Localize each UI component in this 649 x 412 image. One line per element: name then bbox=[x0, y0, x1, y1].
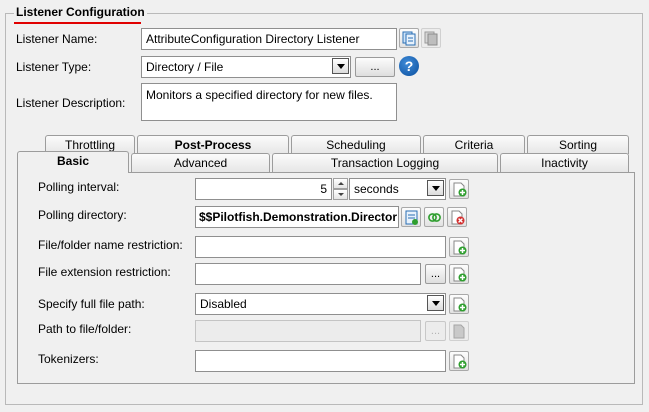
full-path-select[interactable]: Disabled bbox=[195, 293, 446, 315]
name-restriction-label: File/folder name restriction: bbox=[38, 238, 183, 252]
full-path-value: Disabled bbox=[200, 297, 247, 311]
tokenizers-input[interactable] bbox=[195, 350, 446, 372]
chevron-down-icon[interactable] bbox=[427, 295, 444, 311]
name-restriction-input[interactable] bbox=[195, 236, 446, 258]
polling-interval-input[interactable]: 5 bbox=[195, 178, 332, 200]
add-icon[interactable] bbox=[449, 351, 469, 371]
polling-interval-label: Polling interval: bbox=[38, 180, 120, 194]
add-icon[interactable] bbox=[449, 237, 469, 257]
extension-browse-button[interactable]: ... bbox=[425, 264, 446, 284]
polling-interval-unit-select[interactable]: seconds bbox=[349, 178, 446, 200]
document-icon[interactable] bbox=[449, 321, 469, 341]
add-icon[interactable] bbox=[449, 294, 469, 314]
path-label: Path to file/folder: bbox=[38, 322, 132, 336]
extension-restriction-label: File extension restriction: bbox=[38, 265, 171, 279]
full-path-label: Specify full file path: bbox=[38, 297, 145, 311]
spinner-up-icon[interactable] bbox=[333, 178, 348, 189]
chevron-down-icon[interactable] bbox=[427, 180, 444, 196]
polling-directory-label: Polling directory: bbox=[38, 208, 127, 222]
polling-interval-spinner[interactable] bbox=[333, 178, 348, 200]
path-input[interactable] bbox=[195, 320, 421, 342]
add-icon[interactable] bbox=[449, 264, 469, 284]
link-icon[interactable] bbox=[424, 207, 444, 227]
polling-interval-unit-value: seconds bbox=[354, 182, 399, 196]
path-browse-button[interactable]: ... bbox=[425, 321, 446, 341]
polling-directory-input[interactable]: $$Pilotfish.Demonstration.Director bbox=[195, 206, 399, 228]
extension-restriction-input[interactable] bbox=[195, 263, 421, 285]
document-list-icon[interactable] bbox=[401, 207, 421, 227]
add-icon[interactable] bbox=[449, 179, 469, 199]
remove-icon[interactable] bbox=[447, 207, 467, 227]
spinner-down-icon[interactable] bbox=[333, 189, 348, 200]
tokenizers-label: Tokenizers: bbox=[38, 352, 99, 366]
